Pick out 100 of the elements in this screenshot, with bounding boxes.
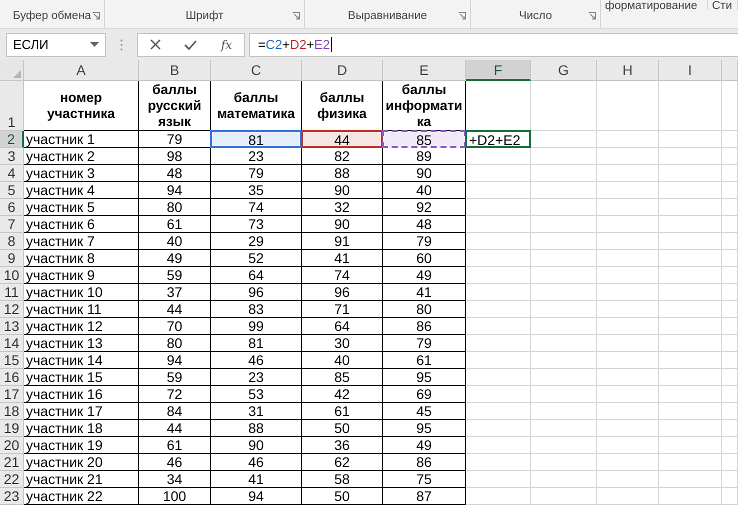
- table-cell: 80: [139, 335, 211, 352]
- column-header[interactable]: I: [659, 60, 722, 81]
- select-all-corner[interactable]: [0, 60, 24, 81]
- table-cell: 44: [139, 420, 211, 437]
- table-cell: 87: [383, 488, 466, 505]
- row-header[interactable]: 20: [0, 437, 24, 454]
- empty-cell: [531, 318, 597, 335]
- empty-cell: [466, 386, 531, 403]
- empty-cell: [531, 437, 597, 454]
- ribbon-group-label: Сти: [712, 3, 732, 9]
- table-cell: 59: [139, 369, 211, 386]
- row-header[interactable]: 18: [0, 403, 24, 420]
- table-cell: участник 17: [24, 403, 139, 420]
- empty-cell: [531, 352, 597, 369]
- table-cell: 41: [211, 471, 302, 488]
- table-cell: 80: [139, 199, 211, 216]
- column-header[interactable]: G: [531, 60, 597, 81]
- row-header[interactable]: 4: [0, 165, 24, 182]
- empty-cell: [466, 216, 531, 233]
- row-header[interactable]: 22: [0, 471, 24, 488]
- table-cell: 50: [302, 488, 383, 505]
- table-cell: 94: [139, 352, 211, 369]
- empty-cell: [597, 216, 659, 233]
- row-header[interactable]: 16: [0, 369, 24, 386]
- table-cell: участник 22: [24, 488, 139, 505]
- empty-cell: [659, 165, 722, 182]
- empty-cell: [466, 318, 531, 335]
- row-header[interactable]: 8: [0, 233, 24, 250]
- dropdown-caret-icon[interactable]: [90, 42, 99, 47]
- table-cell: участник 18: [24, 420, 139, 437]
- row-header[interactable]: 7: [0, 216, 24, 233]
- column-header[interactable]: H: [597, 60, 659, 81]
- column-header[interactable]: A: [24, 60, 139, 81]
- referenced-cell[interactable]: 85: [382, 130, 466, 148]
- formula-field[interactable]: =C2+D2+E2: [249, 32, 738, 56]
- table-cell: 23: [211, 148, 302, 165]
- referenced-cell[interactable]: 44: [301, 130, 383, 148]
- column-header[interactable]: E: [383, 60, 466, 81]
- empty-cell: [531, 454, 597, 471]
- row-header[interactable]: 14: [0, 335, 24, 352]
- empty-cell: [466, 454, 531, 471]
- dialog-launcher-icon[interactable]: [292, 12, 300, 20]
- empty-cell: [597, 81, 659, 131]
- row-header[interactable]: 9: [0, 250, 24, 267]
- table-cell: 44: [139, 301, 211, 318]
- row-header[interactable]: 11: [0, 284, 24, 301]
- row-header[interactable]: 3: [0, 148, 24, 165]
- table-cell: участник 9: [24, 267, 139, 284]
- row-header[interactable]: 1: [0, 81, 24, 131]
- table-cell: 61: [139, 216, 211, 233]
- row-header[interactable]: 19: [0, 420, 24, 437]
- row-header[interactable]: 13: [0, 318, 24, 335]
- empty-cell: [722, 318, 738, 335]
- row-header[interactable]: 21: [0, 454, 24, 471]
- table-cell: 92: [383, 199, 466, 216]
- column-header[interactable]: F: [466, 60, 531, 81]
- table-cell: 91: [302, 233, 383, 250]
- empty-cell: [597, 148, 659, 165]
- table-cell: 74: [211, 199, 302, 216]
- dialog-launcher-icon[interactable]: [92, 12, 100, 20]
- column-title: баллы физика: [302, 81, 383, 131]
- column-title: баллы математика: [211, 81, 302, 131]
- table-cell: 72: [139, 386, 211, 403]
- column-header[interactable]: B: [139, 60, 211, 81]
- column-header[interactable]: C: [211, 60, 302, 81]
- empty-cell: [659, 199, 722, 216]
- dialog-launcher-icon[interactable]: [458, 12, 466, 20]
- row-header[interactable]: 12: [0, 301, 24, 318]
- empty-cell: [466, 352, 531, 369]
- empty-cell: [531, 250, 597, 267]
- insert-function-button[interactable]: fx: [220, 38, 232, 52]
- row-header[interactable]: 2: [0, 131, 24, 148]
- table-cell: 75: [383, 471, 466, 488]
- name-box[interactable]: ЕСЛИ: [6, 32, 106, 56]
- empty-cell: [597, 199, 659, 216]
- empty-cell: [466, 182, 531, 199]
- table-cell: 60: [383, 250, 466, 267]
- row-header[interactable]: 23: [0, 488, 24, 505]
- column-header[interactable]: D: [302, 60, 383, 81]
- empty-cell: [659, 81, 722, 131]
- empty-cell: [659, 369, 722, 386]
- row-header[interactable]: 5: [0, 182, 24, 199]
- row-header[interactable]: 10: [0, 267, 24, 284]
- row-header[interactable]: 6: [0, 199, 24, 216]
- empty-cell: [597, 352, 659, 369]
- table-cell: 84: [139, 403, 211, 420]
- table-cell: 64: [211, 267, 302, 284]
- table-cell: 79: [383, 335, 466, 352]
- referenced-cell[interactable]: 81: [210, 130, 302, 148]
- active-cell-editor[interactable]: +D2+E2: [465, 130, 531, 148]
- row-header[interactable]: 15: [0, 352, 24, 369]
- table-cell: 31: [211, 403, 302, 420]
- row-header[interactable]: 17: [0, 386, 24, 403]
- table-cell: 41: [302, 250, 383, 267]
- checkmark-icon[interactable]: [184, 40, 198, 50]
- table-cell: участник 6: [24, 216, 139, 233]
- cancel-icon[interactable]: [150, 39, 161, 50]
- dialog-launcher-icon[interactable]: [588, 12, 596, 20]
- empty-cell: [722, 352, 738, 369]
- table-cell: 90: [383, 165, 466, 182]
